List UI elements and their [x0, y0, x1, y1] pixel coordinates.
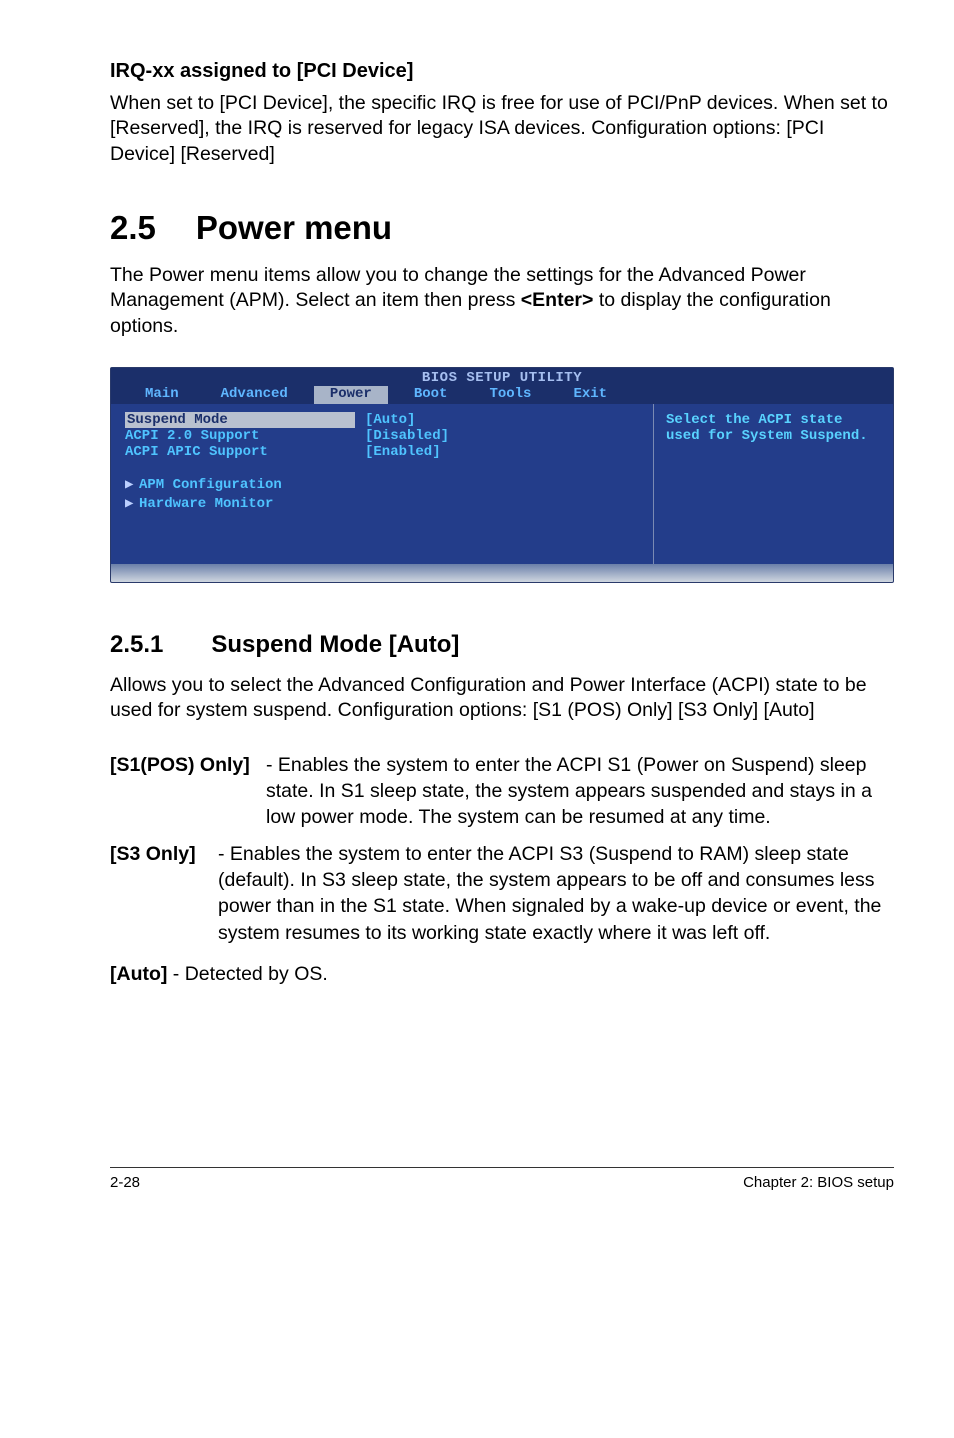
bios-tab-tools[interactable]: Tools [473, 386, 547, 404]
bios-row-acpi20[interactable]: ACPI 2.0 Support [Disabled] [125, 428, 639, 444]
section-number: 2.5 [110, 209, 156, 247]
bios-label: ACPI APIC Support [125, 444, 355, 460]
bios-value: [Disabled] [365, 428, 449, 444]
bios-tab-main[interactable]: Main [129, 386, 195, 404]
bios-submenu-label: APM Configuration [139, 477, 282, 493]
bios-tab-power[interactable]: Power [314, 386, 388, 404]
bios-main-panel: Suspend Mode [Auto] ACPI 2.0 Support [Di… [111, 404, 653, 564]
subsection-paragraph: Allows you to select the Advanced Config… [110, 673, 894, 724]
subsection-label: Suspend Mode [Auto] [211, 631, 459, 659]
section-intro: The Power menu items allow you to change… [110, 263, 894, 339]
subsection-number: 2.5.1 [110, 631, 163, 659]
definition-s3only: [S3 Only] - Enables the system to enter … [110, 841, 894, 946]
definition-text: - Detected by OS. [167, 963, 327, 985]
page-footer: 2-28 Chapter 2: BIOS setup [110, 1167, 894, 1191]
bios-label: Suspend Mode [125, 412, 355, 428]
definition-s1pos: [S1(POS) Only] - Enables the system to e… [110, 752, 894, 831]
bios-setup-window: BIOS SETUP UTILITY Main Advanced Power B… [110, 367, 894, 583]
definition-term: [S3 Only] [110, 841, 218, 946]
bios-tab-boot[interactable]: Boot [398, 386, 464, 404]
bios-submenu-label: Hardware Monitor [139, 496, 273, 512]
irq-heading: IRQ-xx assigned to [PCI Device] [110, 60, 894, 83]
triangle-right-icon: ▶ [125, 495, 139, 512]
bios-value: [Auto] [365, 412, 415, 428]
bios-submenu-hwmonitor[interactable]: ▶Hardware Monitor [125, 495, 639, 512]
bios-value: [Enabled] [365, 444, 441, 460]
bios-tab-advanced[interactable]: Advanced [205, 386, 304, 404]
bios-label: ACPI 2.0 Support [125, 428, 355, 444]
definition-term: [Auto] [110, 963, 167, 985]
definition-text: - Enables the system to enter the ACPI S… [266, 752, 894, 831]
triangle-right-icon: ▶ [125, 476, 139, 493]
bios-submenu-apm[interactable]: ▶APM Configuration [125, 476, 639, 493]
section-title: 2.5 Power menu [110, 209, 894, 247]
bios-row-acpi-apic[interactable]: ACPI APIC Support [Enabled] [125, 444, 639, 460]
section-label: Power menu [196, 209, 392, 247]
intro-enter-key: <Enter> [521, 289, 594, 311]
bios-tab-exit[interactable]: Exit [557, 386, 623, 404]
definition-term: [S1(POS) Only] [110, 752, 270, 831]
footer-chapter: Chapter 2: BIOS setup [743, 1174, 894, 1191]
bios-row-suspend-mode[interactable]: Suspend Mode [Auto] [125, 412, 639, 428]
irq-paragraph: When set to [PCI Device], the specific I… [110, 91, 894, 167]
bios-shadow [111, 564, 893, 582]
bios-title: BIOS SETUP UTILITY [111, 368, 893, 386]
definition-auto: [Auto] - Detected by OS. [110, 962, 894, 987]
bios-tab-bar: Main Advanced Power Boot Tools Exit [111, 386, 893, 404]
subsection-title: 2.5.1 Suspend Mode [Auto] [110, 631, 894, 659]
definition-text: - Enables the system to enter the ACPI S… [218, 841, 894, 946]
footer-page-number: 2-28 [110, 1174, 140, 1191]
bios-help-panel: Select the ACPI state used for System Su… [653, 404, 893, 564]
